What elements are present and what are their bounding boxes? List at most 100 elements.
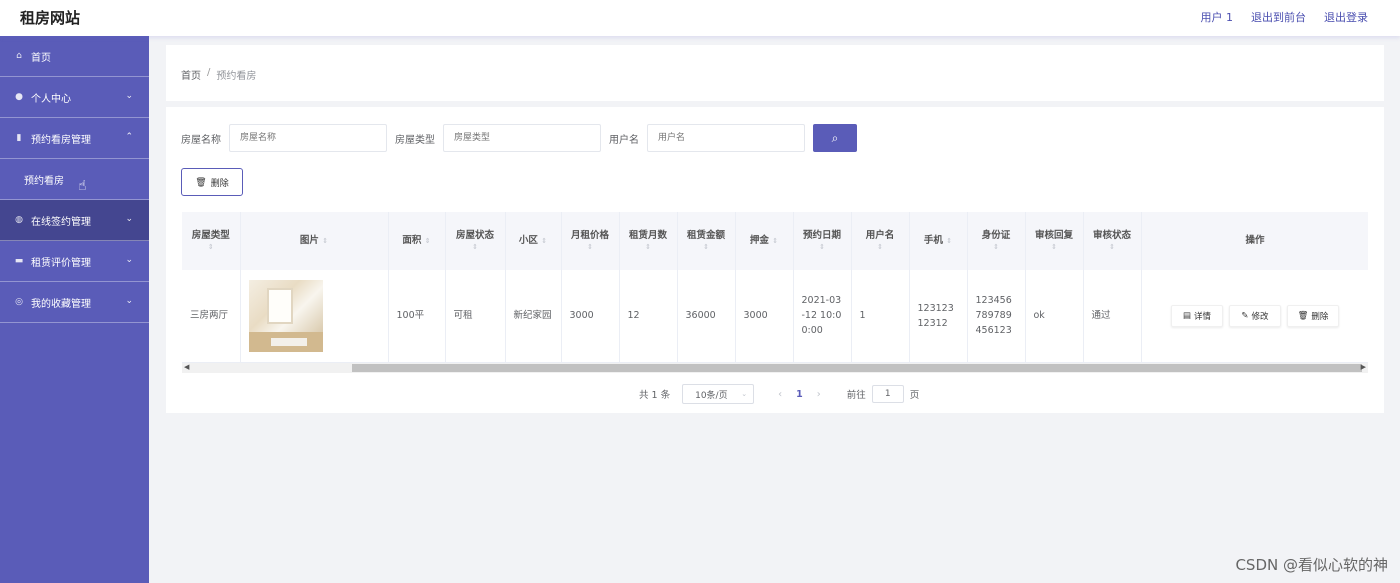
house-name-label: 房屋名称 (181, 134, 221, 146)
trash-icon: 🗑 (195, 176, 207, 187)
sort-icon[interactable]: ⇕ (322, 237, 328, 245)
globe-icon: ◍ (15, 215, 23, 225)
page-suffix-label: 页 (909, 390, 920, 401)
cell-actions: ▤ 详情 ✎ 修改 🗑 删除 (1141, 270, 1368, 363)
goto-page-input[interactable]: 1 (871, 385, 904, 403)
pagination: 共 1 条 10条/页 ⌄ ‹ 1 › 前往 1 页 (639, 383, 919, 405)
sidebar-item-rental-review[interactable]: ▬ 租赁评价管理 ⌄ (0, 241, 149, 282)
detail-button[interactable]: ▤ 详情 (1171, 304, 1223, 327)
sort-icon[interactable]: ⇕ (852, 243, 909, 253)
scroll-right-icon[interactable]: ▶ (1361, 363, 1366, 371)
window-shape (266, 287, 293, 324)
cell-months: 12 (619, 270, 678, 363)
search-bar: 房屋名称 房屋类型 用户名 ⌕ (181, 124, 857, 152)
sort-icon[interactable]: ⇕ (772, 237, 778, 245)
cell-amount: 36000 (677, 270, 736, 363)
clipboard-icon: ▮ (16, 133, 22, 143)
sidebar-item-home[interactable]: ⌂ 首页 (0, 36, 149, 77)
sort-icon[interactable]: ⇕ (446, 243, 505, 253)
cell-community: 新纪家园 (505, 270, 562, 363)
sort-icon[interactable]: ⇕ (425, 237, 431, 245)
col-header-community[interactable]: 小区 ⇕ (505, 212, 562, 270)
sort-icon[interactable]: ⇕ (182, 243, 240, 253)
page-size-select[interactable]: 10条/页 ⌄ (682, 384, 755, 404)
main-card: 房屋名称 房屋类型 用户名 ⌕ 🗑 删除 房屋类型⇕ 图片 ⇕ 面积 ⇕ (166, 107, 1384, 413)
col-header-reply[interactable]: 审核回复 ⇕ (1025, 212, 1084, 270)
col-header-image[interactable]: 图片 ⇕ (240, 212, 389, 270)
col-header-deposit[interactable]: 押金 ⇕ (735, 212, 794, 270)
current-page-number[interactable]: 1 (796, 389, 803, 400)
breadcrumb-home[interactable]: 首页 (181, 67, 201, 82)
sort-icon[interactable]: ⇕ (678, 243, 735, 253)
col-header-date[interactable]: 预约日期 ⇕ (793, 212, 852, 270)
brand-title: 租房网站 (20, 9, 81, 27)
edit-button[interactable]: ✎ 修改 (1229, 304, 1281, 327)
col-header-username[interactable]: 用户名 ⇕ (851, 212, 910, 270)
cell-id-card: 123456789789456123 (967, 270, 1026, 363)
pencil-icon: ✎ (1241, 310, 1249, 321)
prev-page-icon[interactable]: ‹ (778, 389, 782, 400)
rug-shape (270, 337, 307, 346)
table-header-row: 房屋类型 ⇕ 图片 ⇕ 面积 ⇕ 房屋状态 ⇕ 小区 ⇕ 月租价格 ⇕ 租赁月数 ⇕ 租… (182, 212, 1368, 270)
sort-icon[interactable]: ⇕ (968, 243, 1025, 253)
user-link[interactable]: 用户 1 (1201, 9, 1234, 25)
col-header-area[interactable]: 面积 ⇕ (388, 212, 446, 270)
sidebar-item-personal-center[interactable]: ● 个人中心 ⌄ (0, 77, 149, 118)
search-button[interactable]: ⌕ (813, 124, 857, 152)
horizontal-scrollbar[interactable]: ◀ ▶ (182, 363, 1368, 373)
scrollbar-thumb[interactable] (352, 364, 1362, 372)
sort-icon[interactable]: ⇕ (794, 243, 851, 253)
trash-icon: 🗑 (1297, 310, 1309, 321)
cell-image (240, 270, 389, 363)
col-header-house-type[interactable]: 房屋类型 ⇕ (182, 212, 241, 270)
sort-icon[interactable]: ⇕ (562, 243, 619, 253)
house-name-input[interactable] (229, 124, 387, 152)
cell-house-type: 三房两厅 (182, 270, 241, 363)
sidebar-item-label: 首页 (31, 52, 51, 64)
row-delete-button[interactable]: 🗑 删除 (1287, 304, 1339, 327)
col-header-phone[interactable]: 手机 ⇕ (909, 212, 968, 270)
sidebar-item-favorites[interactable]: ◎ 我的收藏管理 ⌄ (0, 282, 149, 323)
sidebar-item-label: 预约看房管理 (31, 134, 91, 146)
star-icon: ◎ (15, 297, 23, 307)
sidebar-item-online-contract[interactable]: ◍ 在线签约管理 ⌄ (0, 200, 149, 241)
col-header-audit[interactable]: 审核状态 ⇕ (1083, 212, 1142, 270)
sort-icon[interactable]: ⇕ (1084, 243, 1141, 253)
next-page-icon[interactable]: › (817, 389, 821, 400)
logout-link[interactable]: 退出登录 (1324, 9, 1368, 25)
house-thumbnail[interactable] (248, 279, 323, 352)
scroll-left-icon[interactable]: ◀ (184, 363, 189, 371)
back-to-front-link[interactable]: 退出到前台 (1251, 9, 1306, 25)
house-type-input[interactable] (443, 124, 601, 152)
sort-icon[interactable]: ⇕ (1026, 243, 1083, 253)
col-header-house-status[interactable]: 房屋状态 ⇕ (445, 212, 506, 270)
sidebar: ⌂ 首页 ● 个人中心 ⌄ ▮ 预约看房管理 ⌃ 预约看房 ◍ 在线签约管理 ⌄… (0, 36, 149, 583)
col-header-id-card[interactable]: 身份证 ⇕ (967, 212, 1026, 270)
sort-icon[interactable]: ⇕ (946, 237, 952, 245)
breadcrumb-separator: / (207, 67, 211, 78)
col-header-monthly-price[interactable]: 月租价格 ⇕ (561, 212, 620, 270)
sort-icon[interactable]: ⇕ (541, 237, 547, 245)
chevron-down-icon: ⌄ (741, 390, 748, 398)
sidebar-subitem-viewing[interactable]: 预约看房 (0, 159, 149, 200)
house-type-label: 房屋类型 (395, 134, 435, 146)
chevron-down-icon: ⌄ (125, 255, 133, 265)
username-input[interactable] (647, 124, 805, 152)
col-header-months[interactable]: 租赁月数 ⇕ (619, 212, 678, 270)
col-header-amount[interactable]: 租赁金额 ⇕ (677, 212, 736, 270)
page-size-value: 10条/页 (695, 390, 728, 401)
sidebar-item-label: 在线签约管理 (31, 216, 91, 228)
edit-label: 修改 (1251, 310, 1269, 321)
top-links: 用户 1 退出到前台 退出登录 (1201, 9, 1369, 25)
breadcrumb: 首页 / 预约看房 (181, 67, 256, 82)
row-delete-label: 删除 (1311, 310, 1329, 321)
sidebar-item-label: 租赁评价管理 (31, 257, 91, 269)
sort-icon[interactable]: ⇕ (620, 243, 677, 253)
pagination-total: 共 1 条 (639, 390, 671, 401)
cell-reply: ok (1025, 270, 1084, 363)
user-icon: ● (15, 92, 23, 102)
sidebar-item-viewing-management[interactable]: ▮ 预约看房管理 ⌃ (0, 118, 149, 159)
chevron-down-icon: ⌄ (125, 91, 133, 101)
cell-date: 2021-03-12 10:00:00 (793, 270, 852, 363)
batch-delete-button[interactable]: 🗑 删除 (181, 168, 243, 196)
